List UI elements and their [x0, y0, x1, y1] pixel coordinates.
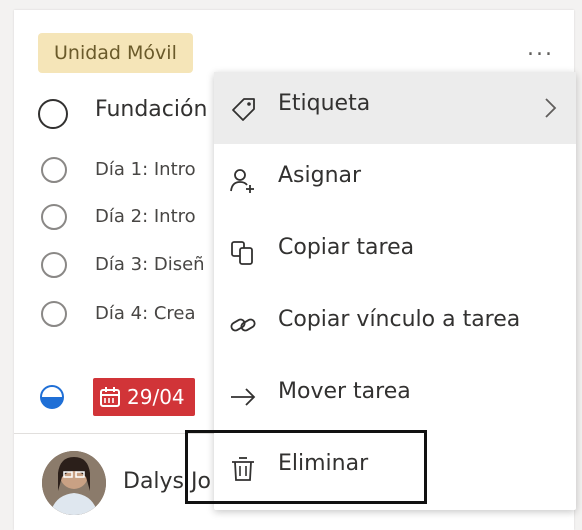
- menu-item-assign[interactable]: Asignar: [214, 144, 576, 216]
- checklist-item-checkbox[interactable]: [41, 157, 67, 183]
- progress-half-icon[interactable]: [40, 385, 64, 409]
- task-title[interactable]: Fundación: [95, 97, 207, 122]
- highlight-box: [185, 430, 427, 504]
- menu-item-copy-link[interactable]: Copiar vínculo a tarea: [214, 288, 576, 360]
- checklist-item-checkbox[interactable]: [41, 252, 67, 278]
- checklist-item-text: Día 3: Diseñ: [95, 254, 205, 275]
- menu-item-text: Copiar vínculo a tarea: [278, 307, 521, 332]
- menu-item-text: Asignar: [278, 163, 362, 188]
- checklist-item-text: Día 2: Intro: [95, 206, 196, 227]
- checklist-item-checkbox[interactable]: [41, 204, 67, 230]
- task-complete-checkbox[interactable]: [38, 99, 68, 129]
- due-date-badge[interactable]: 29/04: [93, 378, 195, 416]
- label-chip[interactable]: Unidad Móvil: [38, 33, 193, 73]
- link-icon: [230, 318, 256, 332]
- due-date-text: 29/04: [127, 385, 185, 409]
- menu-item-text: Mover tarea: [278, 379, 411, 404]
- checklist-item-checkbox[interactable]: [41, 301, 67, 327]
- chevron-right-icon: [545, 98, 557, 118]
- tag-icon: [232, 98, 255, 121]
- menu-item-copy-task[interactable]: Copiar tarea: [214, 216, 576, 288]
- menu-item-move-task[interactable]: Mover tarea: [214, 360, 576, 432]
- checklist-item-text: Día 4: Crea: [95, 303, 196, 324]
- calendar-icon: [100, 386, 120, 407]
- person-add-icon: [230, 169, 254, 193]
- arrow-right-icon: [231, 388, 256, 406]
- checklist-item-text: Día 1: Intro: [95, 159, 196, 180]
- avatar[interactable]: [42, 451, 106, 515]
- avatar-photo-icon: [42, 451, 106, 515]
- menu-item-text: Copiar tarea: [278, 235, 415, 260]
- menu-item-label[interactable]: Etiqueta: [214, 72, 576, 144]
- menu-item-text: Etiqueta: [278, 91, 371, 116]
- more-options-button[interactable]: ...: [527, 36, 554, 61]
- copy-icon: [231, 241, 253, 265]
